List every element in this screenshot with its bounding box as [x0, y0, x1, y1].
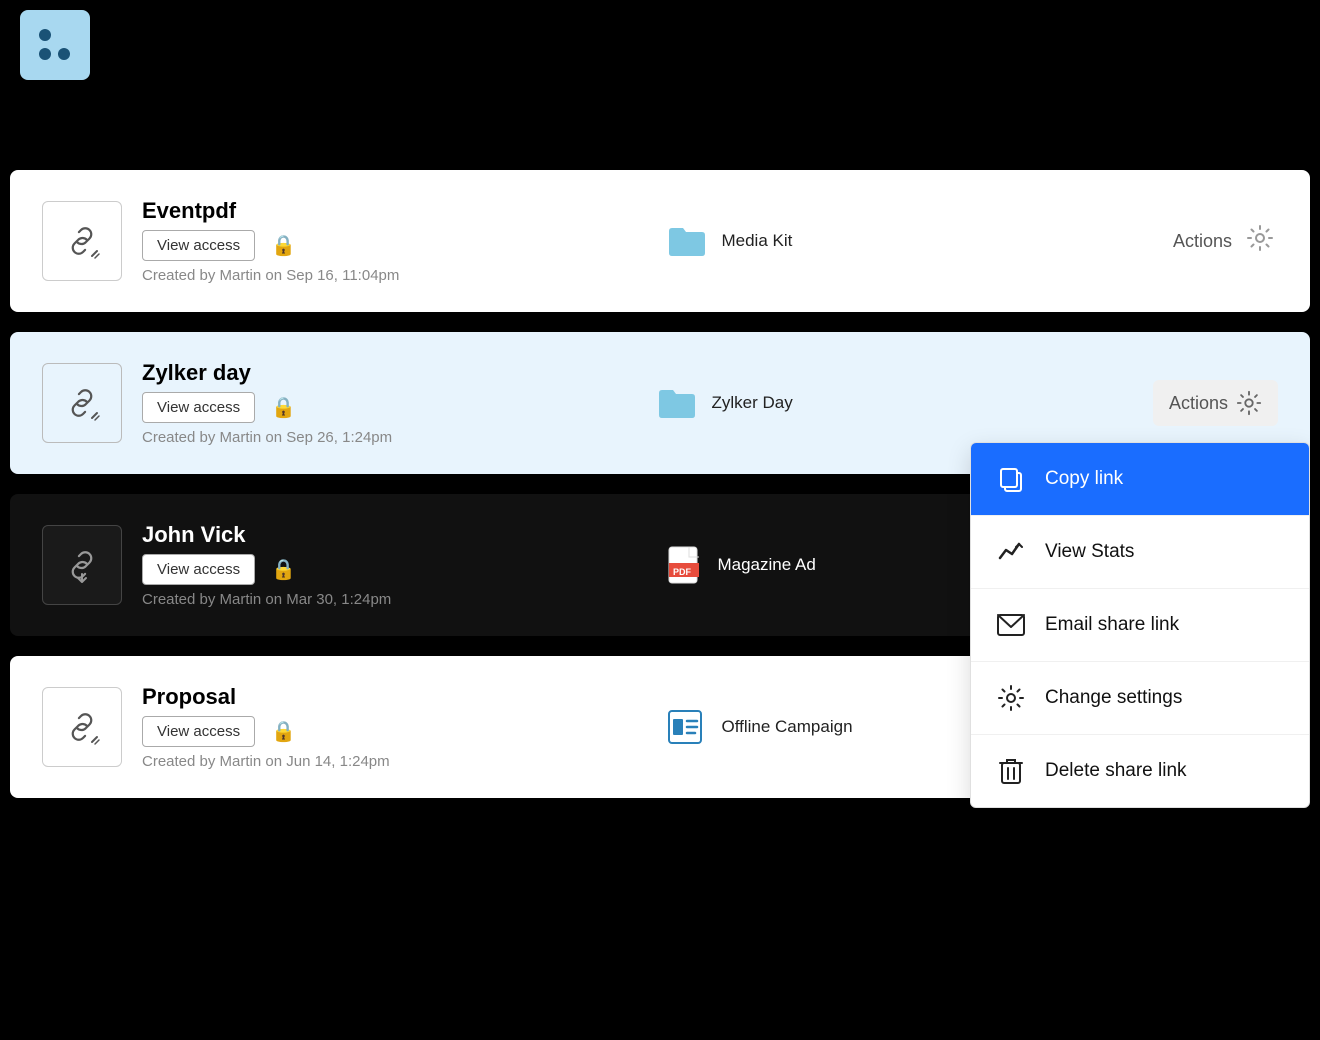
view-access-button[interactable]: View access [142, 716, 255, 747]
actions-section: Actions [1153, 380, 1278, 426]
link-icon-box [42, 525, 122, 605]
dropdown-item-copy-link[interactable]: Copy link [971, 443, 1309, 516]
email-share-label: Email share link [1045, 614, 1179, 636]
link-icon [61, 544, 103, 586]
middle-section: Zylker Day [657, 387, 1132, 419]
folder-name: Media Kit [721, 231, 792, 251]
view-stats-label: View Stats [1045, 541, 1134, 563]
folder-icon [667, 225, 707, 257]
view-access-button[interactable]: View access [142, 230, 255, 261]
item-info: Zylker day View access 🔒 Created by Mart… [142, 360, 617, 446]
share-links-list: Eventpdf View access 🔒 Created by Martin… [10, 170, 1310, 818]
actions-box[interactable]: Actions [1153, 380, 1278, 426]
email-icon [995, 609, 1027, 641]
campaign-icon [667, 709, 707, 745]
gear-icon [1236, 390, 1262, 416]
stats-icon [995, 536, 1027, 568]
lock-icon: 🔒 [271, 719, 296, 744]
pdf-icon: PDF [667, 545, 703, 585]
dropdown-item-email-share[interactable]: Email share link [971, 589, 1309, 662]
middle-section: Media Kit [667, 225, 1152, 257]
lock-icon: 🔒 [271, 233, 296, 258]
trash-icon [995, 755, 1027, 787]
svg-text:PDF: PDF [673, 567, 692, 577]
settings-icon [995, 682, 1027, 714]
dropdown-item-change-settings[interactable]: Change settings [971, 662, 1309, 735]
list-item: Eventpdf View access 🔒 Created by Martin… [10, 170, 1310, 312]
list-item-active: Zylker day View access 🔒 Created by Mart… [10, 332, 1310, 474]
item-subtitle: Created by Martin on Sep 26, 1:24pm [142, 429, 617, 446]
gear-button[interactable] [1242, 220, 1278, 263]
dropdown-item-view-stats[interactable]: View Stats [971, 516, 1309, 589]
item-title: John Vick [142, 522, 627, 548]
copy-link-label: Copy link [1045, 468, 1123, 490]
folder-name: Magazine Ad [717, 555, 815, 575]
actions-label: Actions [1169, 393, 1228, 414]
item-info: John Vick View access 🔒 Created by Marti… [142, 522, 627, 608]
item-subtitle: Created by Martin on Mar 30, 1:24pm [142, 591, 627, 608]
link-icon [61, 382, 103, 424]
item-title: Proposal [142, 684, 627, 710]
item-title: Eventpdf [142, 198, 627, 224]
copy-icon [995, 463, 1027, 495]
view-access-button[interactable]: View access [142, 392, 255, 423]
item-info: Eventpdf View access 🔒 Created by Martin… [142, 198, 627, 284]
link-icon [61, 706, 103, 748]
actions-label: Actions [1173, 231, 1232, 252]
dot3 [39, 48, 51, 60]
link-icon-box [42, 201, 122, 281]
app-icon [20, 10, 90, 80]
dropdown-item-delete-link[interactable]: Delete share link [971, 735, 1309, 807]
lock-icon: 🔒 [271, 557, 296, 582]
gear-icon [1246, 224, 1274, 252]
actions-dropdown: Copy link View Stats [970, 442, 1310, 808]
link-icon [61, 220, 103, 262]
link-icon-box [42, 363, 122, 443]
view-access-button[interactable]: View access [142, 554, 255, 585]
item-subtitle: Created by Martin on Jun 14, 1:24pm [142, 753, 627, 770]
dot4 [58, 48, 70, 60]
dot1 [39, 29, 51, 41]
item-subtitle: Created by Martin on Sep 16, 11:04pm [142, 267, 627, 284]
item-info: Proposal View access 🔒 Created by Martin… [142, 684, 627, 770]
folder-icon [657, 387, 697, 419]
folder-name: Zylker Day [711, 393, 792, 413]
change-settings-label: Change settings [1045, 687, 1182, 709]
delete-link-label: Delete share link [1045, 760, 1187, 782]
link-icon-box [42, 687, 122, 767]
folder-name: Offline Campaign [721, 717, 852, 737]
item-title: Zylker day [142, 360, 617, 386]
dot2 [58, 29, 70, 41]
lock-icon: 🔒 [271, 395, 296, 420]
actions-section: Actions [1173, 220, 1278, 263]
